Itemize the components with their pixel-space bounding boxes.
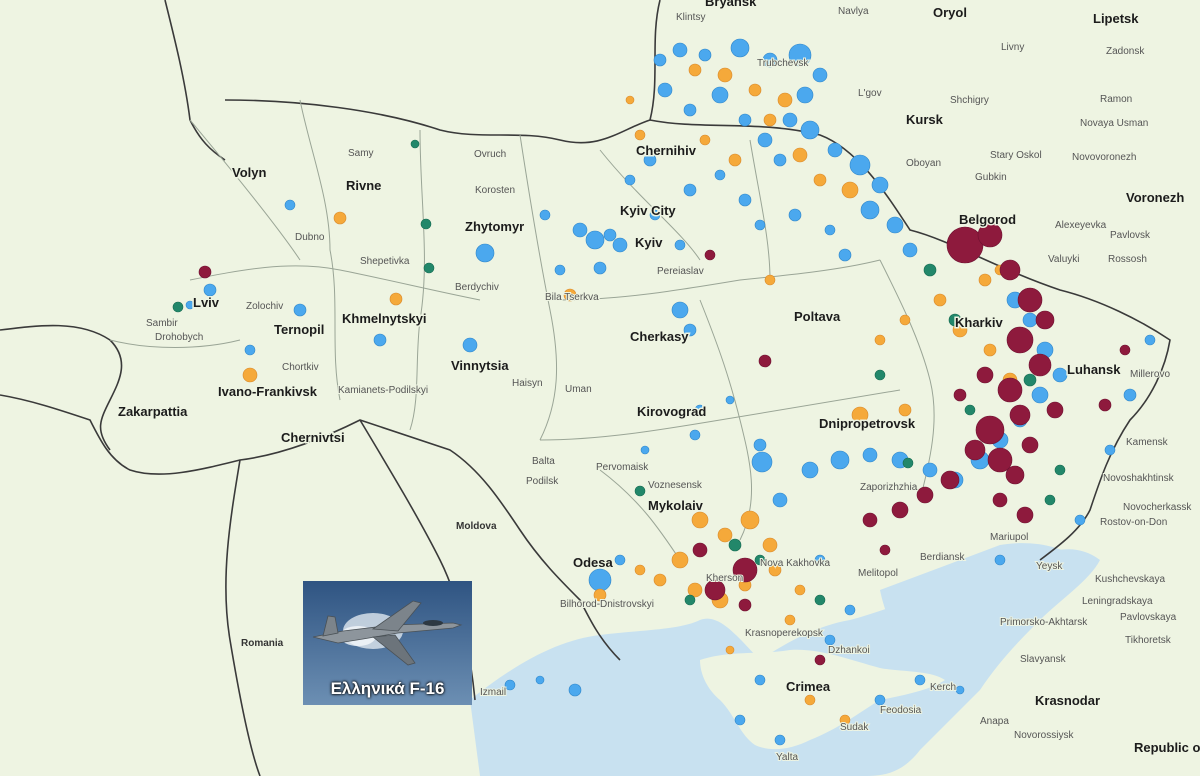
- label-kamianets: Kamianets-Podilskyi: [338, 385, 428, 396]
- label-leningradskaya: Leningradskaya: [1082, 596, 1153, 607]
- label-moldova: Moldova: [456, 521, 497, 532]
- label-uman: Uman: [565, 384, 592, 395]
- label-zaporizhzhia: Zaporizhzhia: [860, 482, 918, 493]
- label-millerovo: Millerovo: [1130, 369, 1170, 380]
- label-ivano-frankivsk: Ivano-Frankivsk: [218, 384, 318, 399]
- label-stary-oskol: Stary Oskol: [990, 150, 1042, 161]
- conflict-map[interactable]: Volyn Rivne Zhytomyr Lviv Ternopil Khmel…: [0, 0, 1200, 776]
- label-romania: Romania: [241, 638, 284, 649]
- label-alexeyevka: Alexeyevka: [1055, 220, 1107, 231]
- label-krasnodar: Krasnodar: [1035, 693, 1100, 708]
- label-shepetivka: Shepetivka: [360, 256, 410, 267]
- photo-caption: Ελληνικά F-16: [330, 679, 445, 698]
- label-pavlovsk: Pavlovsk: [1110, 230, 1151, 241]
- label-kharkiv: Kharkiv: [955, 315, 1003, 330]
- label-ternopil: Ternopil: [274, 322, 324, 337]
- label-bila-tserkva: Bila Tserkva: [545, 292, 599, 303]
- label-kerch: Kerch: [930, 682, 956, 693]
- label-odesa: Odesa: [573, 555, 614, 570]
- label-pavlovskaya: Pavlovskaya: [1120, 612, 1177, 623]
- label-drohobych: Drohobych: [155, 332, 203, 343]
- label-kherson: Kherson: [706, 573, 743, 584]
- label-kamensk: Kamensk: [1126, 437, 1169, 448]
- label-rostov: Rostov-on-Don: [1100, 517, 1167, 528]
- label-feodosia: Feodosia: [880, 705, 922, 716]
- label-zolochiv: Zolochiv: [246, 301, 283, 312]
- label-novovoronezh: Novovoronezh: [1072, 152, 1136, 163]
- label-krasnoperekopsk: Krasnoperekopsk: [745, 628, 824, 639]
- label-chernihiv: Chernihiv: [636, 143, 697, 158]
- label-primorsko: Primorsko-Akhtarsk: [1000, 617, 1088, 628]
- label-gubkin: Gubkin: [975, 172, 1007, 183]
- label-ramon: Ramon: [1100, 94, 1132, 105]
- label-kyiv-city: Kyiv City: [620, 203, 676, 218]
- label-lviv: Lviv: [193, 295, 220, 310]
- label-kushchevskaya: Kushchevskaya: [1095, 574, 1165, 585]
- photo-card: Ελληνικά F-16: [303, 581, 472, 705]
- label-zadonsk: Zadonsk: [1106, 46, 1145, 57]
- label-voznesensk: Voznesensk: [648, 480, 703, 491]
- label-voronezh: Voronezh: [1126, 190, 1184, 205]
- label-chernivtsi: Chernivtsi: [281, 430, 345, 445]
- label-khmelnytskyi: Khmelnytskyi: [342, 311, 427, 326]
- label-livny: Livny: [1001, 42, 1024, 53]
- label-sudak: Sudak: [840, 722, 869, 733]
- label-valuyki: Valuyki: [1048, 254, 1080, 265]
- label-melitopol: Melitopol: [858, 568, 898, 579]
- label-pervomaisk: Pervomaisk: [596, 462, 649, 473]
- label-shchigry: Shchigry: [950, 95, 989, 106]
- label-korosten: Korosten: [475, 185, 515, 196]
- label-oboyan: Oboyan: [906, 158, 941, 169]
- label-novaya-usman: Novaya Usman: [1080, 118, 1148, 129]
- label-cherkasy: Cherkasy: [630, 329, 689, 344]
- label-tikhoretsk: Tikhoretsk: [1125, 635, 1172, 646]
- label-novorossiysk: Novorossiysk: [1014, 730, 1074, 741]
- label-berdiansk: Berdiansk: [920, 552, 965, 563]
- label-haisyn: Haisyn: [512, 378, 543, 389]
- label-kyiv: Kyiv: [635, 235, 663, 250]
- label-crimea: Crimea: [786, 679, 831, 694]
- label-chortkiv: Chortkiv: [282, 362, 319, 373]
- label-zhytomyr: Zhytomyr: [465, 219, 524, 234]
- label-trubchevsk: Trubchevsk: [757, 58, 809, 69]
- label-yeysk: Yeysk: [1036, 561, 1063, 572]
- label-slavyansk: Slavyansk: [1020, 654, 1067, 665]
- label-lipetsk: Lipetsk: [1093, 11, 1139, 26]
- label-novoshakhtinsk: Novoshakhtinsk: [1103, 473, 1175, 484]
- label-izmail: Izmail: [480, 687, 506, 698]
- label-balta: Balta: [532, 456, 555, 467]
- label-zakarpattia: Zakarpattia: [118, 404, 188, 419]
- label-navlya: Navlya: [838, 6, 869, 17]
- label-lgov: L'gov: [858, 88, 882, 99]
- label-poltava: Poltava: [794, 309, 841, 324]
- label-yalta: Yalta: [776, 752, 798, 763]
- label-adygea: Republic of Adygea: [1134, 740, 1200, 755]
- label-berdychiv: Berdychiv: [455, 282, 499, 293]
- label-kirovograd: Kirovograd: [637, 404, 706, 419]
- label-dzhankoi: Dzhankoi: [828, 645, 870, 656]
- label-dnipropetrovsk: Dnipropetrovsk: [819, 416, 916, 431]
- label-bilhorod: Bilhorod-Dnistrovskyi: [560, 599, 654, 610]
- label-klintsy: Klintsy: [676, 12, 705, 23]
- label-rivne: Rivne: [346, 178, 381, 193]
- label-volyn: Volyn: [232, 165, 266, 180]
- label-dubno: Dubno: [295, 232, 325, 243]
- label-kursk: Kursk: [906, 112, 944, 127]
- label-rossosh: Rossosh: [1108, 254, 1147, 265]
- label-vinnytsia: Vinnytsia: [451, 358, 509, 373]
- label-mykolaiv: Mykolaiv: [648, 498, 704, 513]
- label-samy: Samy: [348, 148, 374, 159]
- label-belgorod: Belgorod: [959, 212, 1016, 227]
- label-ovruch: Ovruch: [474, 149, 506, 160]
- label-sambir: Sambir: [146, 318, 178, 329]
- label-novocherkassk: Novocherkassk: [1123, 502, 1192, 513]
- label-podilsk: Podilsk: [526, 476, 559, 487]
- label-pereiaslav: Pereiaslav: [657, 266, 704, 277]
- label-luhansk: Luhansk: [1067, 362, 1121, 377]
- label-oryol: Oryol: [933, 5, 967, 20]
- label-nova-kakhovka: Nova Kakhovka: [760, 558, 830, 569]
- label-mariupol: Mariupol: [990, 532, 1028, 543]
- label-bryansk: Bryansk: [705, 0, 757, 9]
- label-anapa: Anapa: [980, 716, 1009, 727]
